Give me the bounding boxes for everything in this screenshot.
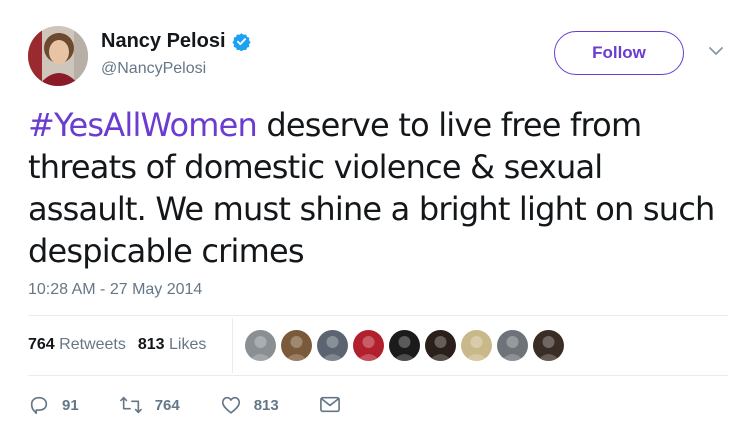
author-avatar[interactable] <box>28 26 88 86</box>
author-name-row: Nancy Pelosi <box>101 30 251 53</box>
author-handle[interactable]: @NancyPelosi <box>101 60 206 78</box>
reply-count: 91 <box>62 396 79 414</box>
retweets-stat[interactable]: 764 Retweets <box>28 336 126 354</box>
handshake-avatar[interactable] <box>461 330 492 361</box>
retweets-count: 764 <box>28 336 55 353</box>
tweet-actions: 91 764 813 <box>28 394 393 416</box>
chevron-down-icon[interactable] <box>707 44 725 58</box>
stats-separator <box>232 318 233 373</box>
retweet-icon <box>119 396 142 414</box>
retweet-count: 764 <box>154 396 180 414</box>
envelope-icon <box>319 396 340 413</box>
retweet-button[interactable]: 764 <box>119 394 180 416</box>
likes-stat[interactable]: 813 Likes <box>138 336 207 354</box>
tweet-card: Nancy Pelosi @NancyPelosi Follow #YesAll… <box>0 0 735 433</box>
woman-avatar[interactable] <box>425 330 456 361</box>
reply-icon <box>30 396 48 415</box>
hashtag-link[interactable]: #YesAllWomen <box>28 106 258 144</box>
verified-badge-icon <box>231 33 251 51</box>
likes-label: Likes <box>169 336 207 353</box>
tweet-text: #YesAllWomen deserve to live free from t… <box>28 104 728 272</box>
like-count: 813 <box>253 396 279 414</box>
reply-button[interactable]: 91 <box>28 394 79 416</box>
dark-emblem-avatar[interactable] <box>389 330 420 361</box>
heart-icon <box>221 396 240 414</box>
divider <box>28 375 728 376</box>
man-avatar[interactable] <box>281 330 312 361</box>
likes-count: 813 <box>137 336 165 353</box>
follow-button[interactable]: Follow <box>554 31 684 75</box>
direct-message-button[interactable] <box>319 395 353 415</box>
landscape-avatar[interactable] <box>245 330 276 361</box>
tweet-timestamp[interactable]: 10:28 AM - 27 May 2014 <box>28 281 202 299</box>
flag-emblem-avatar[interactable] <box>353 330 384 361</box>
man-suit-avatar[interactable] <box>533 330 564 361</box>
like-button[interactable]: 813 <box>220 394 279 416</box>
tweet-stats: 764 Retweets 813 Likes <box>28 336 218 354</box>
liker-avatars <box>245 330 569 361</box>
divider <box>28 315 728 316</box>
man-sunglasses-avatar[interactable] <box>317 330 348 361</box>
author-name[interactable]: Nancy Pelosi <box>101 30 226 53</box>
retweets-label: Retweets <box>59 336 126 353</box>
grey-landscape-avatar[interactable] <box>497 330 528 361</box>
